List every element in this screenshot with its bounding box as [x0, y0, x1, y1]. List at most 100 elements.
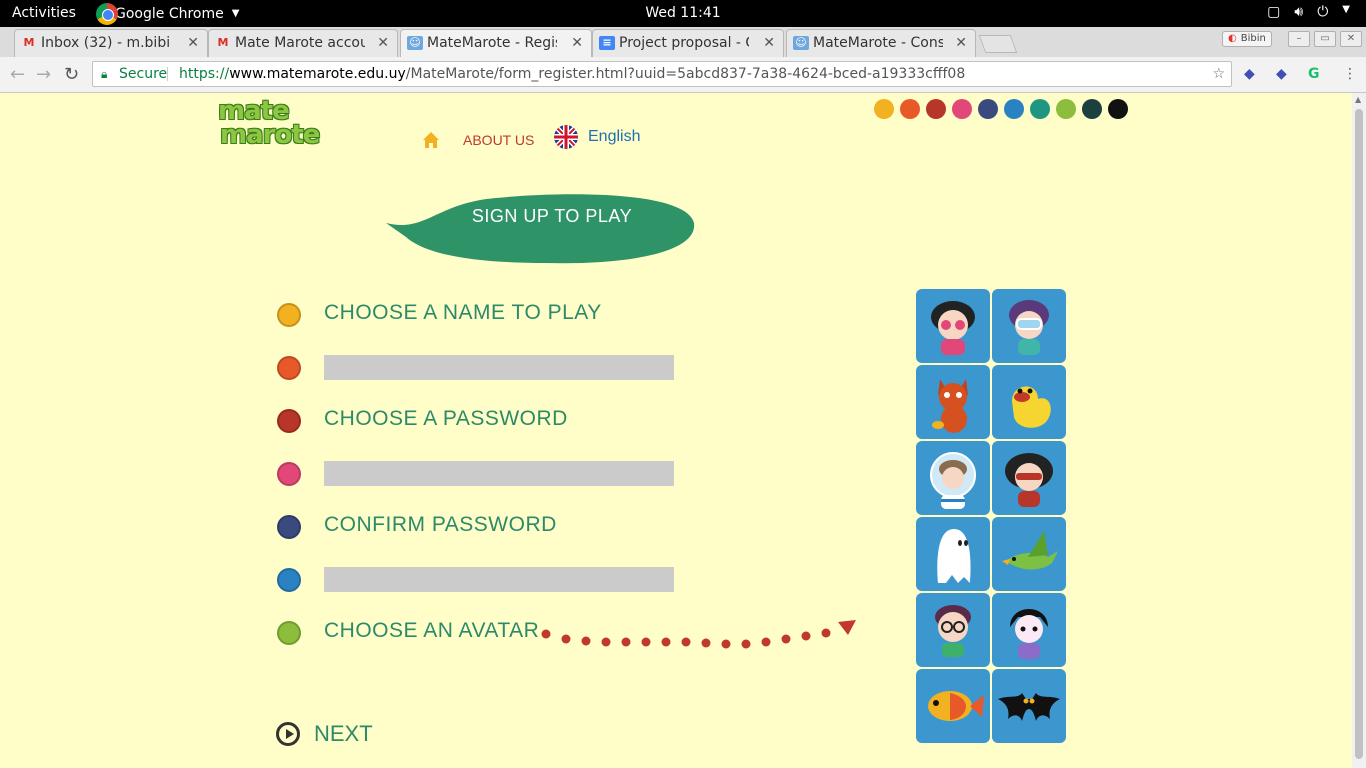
lock-icon: 🔒︎ [101, 67, 108, 81]
secure-label: Secure [119, 66, 168, 82]
step-dot [277, 409, 301, 433]
mask-extension-icon[interactable]: ◆ [1276, 66, 1287, 82]
password-label: CHOOSE A PASSWORD [324, 407, 568, 430]
matemarote-icon: ☺ [793, 36, 809, 50]
avatar-black-bat[interactable] [992, 669, 1066, 743]
matemarote-logo[interactable]: mate marote [218, 98, 358, 155]
signup-banner [386, 194, 695, 264]
profile-icon: ◐ [1228, 33, 1237, 44]
minimize-button[interactable]: – [1288, 31, 1310, 47]
color-swatch[interactable] [900, 99, 920, 119]
language-selector[interactable]: English [554, 125, 640, 149]
step-dot [277, 621, 301, 645]
tab-mate-marote-account[interactable]: M Mate Marote accou ✕ [208, 29, 398, 57]
name-input[interactable] [324, 355, 674, 380]
menu-icon[interactable]: ⋮ [1343, 66, 1357, 82]
next-button[interactable]: NEXT [276, 721, 373, 747]
close-icon[interactable]: ✕ [571, 30, 583, 56]
step-dot [277, 303, 301, 327]
avatar-kid-with-glasses[interactable] [916, 593, 990, 667]
chevron-down-icon: ▼ [1342, 4, 1350, 15]
volume-icon: 🔊︎ [1294, 4, 1304, 20]
logo-line: marote [220, 120, 320, 150]
avatar-green-bird[interactable] [992, 517, 1066, 591]
color-swatch[interactable] [874, 99, 894, 119]
tab-title: MateMarote - Cons [813, 35, 943, 51]
avatar-grid [916, 289, 1066, 743]
page-content: mate marote ABOUT US English SIGN UP TO … [0, 93, 1352, 768]
mask-extension-icon[interactable]: ◆ [1244, 66, 1255, 82]
profile-button[interactable]: ◐ Bibin [1222, 31, 1272, 47]
gmail-icon: M [217, 36, 229, 49]
avatar-cat-with-fish[interactable] [916, 365, 990, 439]
step-dot [277, 462, 301, 486]
avatar-orange-fish[interactable] [916, 669, 990, 743]
tab-title: MateMarote - Regis [427, 35, 557, 51]
grammarly-icon[interactable]: G [1308, 66, 1320, 82]
step-dot [277, 356, 301, 380]
new-tab-button[interactable] [978, 35, 1018, 53]
back-icon[interactable]: ← [10, 64, 25, 85]
clock[interactable]: Wed 11:41 [0, 5, 1366, 21]
step-dot [277, 515, 301, 539]
password-input[interactable] [324, 461, 674, 486]
dotted-arrow-icon [541, 620, 856, 649]
gmail-icon: M [23, 36, 35, 49]
color-swatch[interactable] [952, 99, 972, 119]
avatar-vampire-kid[interactable] [992, 593, 1066, 667]
close-icon[interactable]: ✕ [955, 30, 967, 56]
confirm-password-label: CONFIRM PASSWORD [324, 513, 557, 536]
close-icon[interactable]: ✕ [763, 30, 775, 56]
scroll-up-icon[interactable]: ▲ [1355, 95, 1361, 104]
tab-strip: M Inbox (32) - m.bibin ✕ M Mate Marote a… [0, 27, 1366, 57]
avatar-astronaut-kid[interactable] [916, 441, 990, 515]
reload-icon[interactable]: ↻ [64, 64, 79, 85]
address-bar[interactable]: 🔒︎ Secure https://www.matemarote.edu.uy/… [92, 61, 1232, 87]
scrollbar-thumb[interactable] [1355, 109, 1363, 759]
avatar-ghost[interactable] [916, 517, 990, 591]
tab-title: Mate Marote accou [235, 35, 365, 51]
color-swatch[interactable] [1004, 99, 1024, 119]
url-path: /MateMarote/form_register.html?uuid=5abc… [405, 66, 966, 82]
color-palette [874, 99, 1128, 119]
power-icon: ⏻ [1317, 4, 1329, 20]
tab-project-proposal[interactable]: ≡ Project proposal - G ✕ [592, 29, 784, 57]
avatar-masked-hero-girl[interactable] [992, 441, 1066, 515]
step-dot [277, 568, 301, 592]
avatar-diver-kid[interactable] [992, 289, 1066, 363]
tab-title: Inbox (32) - m.bibin [41, 35, 171, 51]
close-icon[interactable]: ✕ [377, 30, 389, 56]
window-icon: ▢ [1267, 4, 1281, 20]
tab-matemarote-cons[interactable]: ☺ MateMarote - Cons ✕ [786, 29, 976, 57]
tab-title: Project proposal - G [619, 35, 749, 51]
system-tray[interactable]: ▢ 🔊︎ ⏻ ▼ [1267, 4, 1350, 20]
url-text[interactable]: https://www.matemarote.edu.uy/MateMarote… [179, 62, 965, 86]
language-label: English [588, 128, 641, 145]
maximize-button[interactable]: ▭ [1314, 31, 1336, 47]
url-host: www.matemarote.edu.uy [229, 66, 406, 82]
forward-icon[interactable]: → [36, 64, 51, 85]
home-icon[interactable] [422, 131, 440, 149]
about-us-link[interactable]: ABOUT US [463, 132, 534, 148]
page-scrollbar[interactable]: ▲ [1352, 93, 1366, 768]
tab-matemarote-register[interactable]: ☺ MateMarote - Regis ✕ [400, 29, 592, 57]
url-scheme: https:// [179, 66, 230, 82]
color-swatch[interactable] [978, 99, 998, 119]
confirm-password-input[interactable] [324, 567, 674, 592]
avatar-label: CHOOSE AN AVATAR [324, 619, 540, 642]
profile-name: Bibin [1240, 33, 1266, 44]
color-swatch[interactable] [1108, 99, 1128, 119]
docs-icon: ≡ [599, 36, 615, 50]
avatar-girl-sunglasses[interactable] [916, 289, 990, 363]
color-swatch[interactable] [1030, 99, 1050, 119]
tab-inbox[interactable]: M Inbox (32) - m.bibin ✕ [14, 29, 208, 57]
color-swatch[interactable] [926, 99, 946, 119]
next-label: NEXT [314, 721, 373, 746]
color-swatch[interactable] [1082, 99, 1102, 119]
close-window-button[interactable]: ✕ [1340, 31, 1362, 47]
matemarote-icon: ☺ [407, 36, 423, 50]
bookmark-star-icon[interactable]: ☆ [1212, 62, 1225, 86]
close-icon[interactable]: ✕ [187, 30, 199, 56]
color-swatch[interactable] [1056, 99, 1076, 119]
avatar-yellow-duck[interactable] [992, 365, 1066, 439]
